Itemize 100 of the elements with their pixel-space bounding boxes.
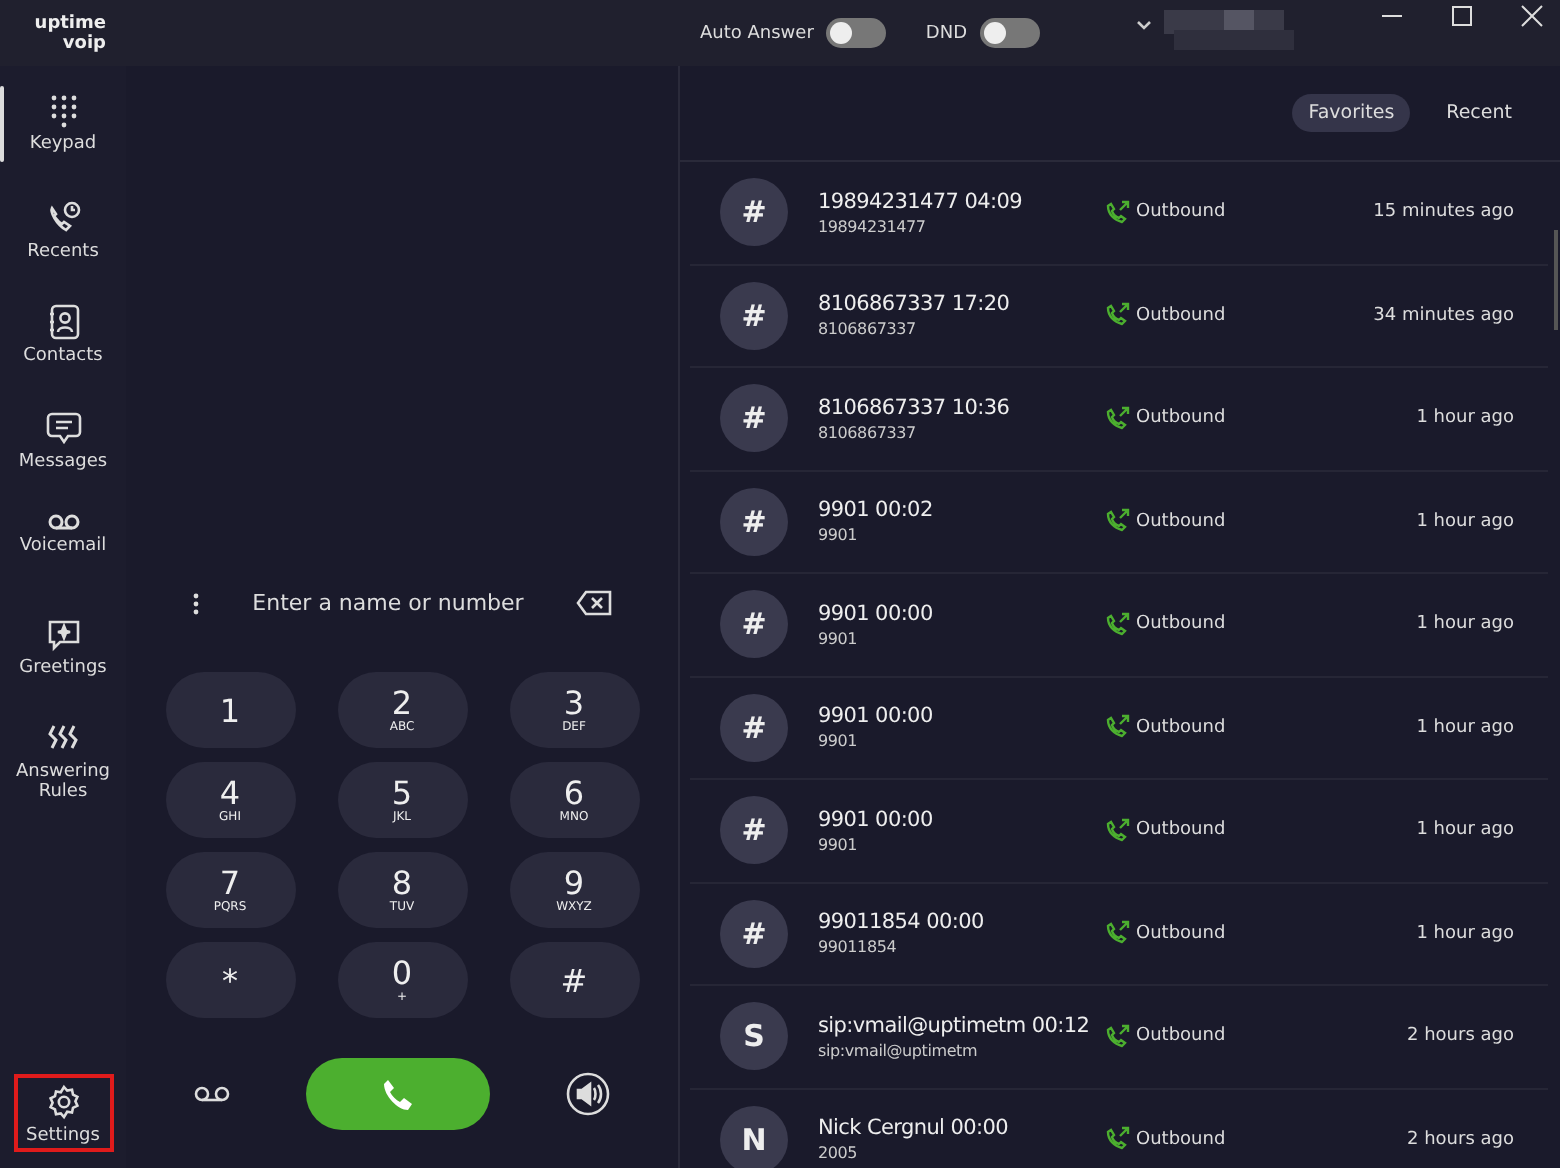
greeting-icon (47, 619, 79, 651)
call-row[interactable]: # 9901 00:00 9901 Outbound 1 hour ago (690, 677, 1548, 780)
call-time: 1 hour ago (1416, 511, 1514, 532)
keypad-key[interactable]: # (509, 942, 639, 1018)
outgoing-call-icon (1104, 302, 1130, 329)
toggle-label: Auto Answer (700, 23, 814, 43)
outgoing-call-icon (1104, 199, 1130, 226)
call-direction: Outbound (1136, 408, 1226, 429)
sidebar-item[interactable]: Greetings (0, 611, 126, 716)
speaker-icon[interactable] (566, 1072, 610, 1116)
avatar: # (720, 281, 788, 350)
call-row[interactable]: # 19894231477 04:09 19894231477 Outbound 15 minutes ago (690, 162, 1548, 265)
call-row[interactable]: # 99011854 00:00 99011854 Outbound 1 hour ago (690, 883, 1548, 986)
call-direction: Outbound (1136, 1129, 1226, 1150)
call-number: sip:vmail@uptimetm (818, 1041, 980, 1060)
sidebar-item[interactable]: Voicemail (0, 506, 126, 611)
outgoing-call-icon (1104, 508, 1130, 535)
caret-icon[interactable] (1135, 20, 1151, 30)
voicemail-icon[interactable] (194, 1086, 230, 1102)
toggle-switch[interactable] (825, 18, 886, 48)
call-direction: Outbound (1136, 923, 1226, 944)
outgoing-call-icon (1104, 714, 1130, 741)
keypad-key[interactable]: 1 (165, 672, 295, 748)
call-direction: Outbound (1136, 820, 1226, 841)
call-time: 34 minutes ago (1373, 305, 1514, 326)
call-number: 9901 (818, 526, 860, 545)
call-direction: Outbound (1136, 1026, 1226, 1047)
settings-item[interactable]: Settings (13, 1074, 113, 1152)
outgoing-call-icon (1104, 611, 1130, 638)
call-row[interactable]: S sip:vmail@uptimetm 00:12 sip:vmail@uptimetm Outbound 2 hours ago (690, 986, 1548, 1089)
call-row[interactable]: # 9901 00:00 9901 Outbound 1 hour ago (690, 780, 1548, 883)
tab[interactable]: Favorites (1292, 94, 1411, 132)
keypad-icon (49, 94, 77, 128)
avatar: # (720, 487, 788, 556)
call-button[interactable] (306, 1058, 490, 1130)
call-number: 9901 (818, 835, 860, 854)
call-title: 9901 00:00 (818, 704, 935, 729)
backspace-icon[interactable] (576, 590, 612, 616)
call-title: 99011854 00:00 (818, 910, 986, 935)
call-time: 1 hour ago (1416, 614, 1514, 635)
avatar: # (720, 178, 788, 247)
call-title: 9901 00:02 (818, 498, 935, 523)
avatar: # (720, 384, 788, 453)
number-field[interactable]: Enter a name or number (220, 586, 556, 620)
call-time: 1 hour ago (1416, 717, 1514, 738)
call-number: 8106867337 (818, 320, 918, 339)
tab[interactable]: Recent (1430, 94, 1528, 132)
call-row[interactable]: # 8106867337 17:20 8106867337 Outbound 34 minutes ago (690, 265, 1548, 368)
sidebar-item[interactable]: Answering Rules (0, 716, 126, 821)
sidebar-item[interactable]: Recents (0, 191, 126, 296)
outgoing-call-icon (1104, 1023, 1130, 1050)
logo-text: uptime (34, 13, 106, 33)
avatar: S (720, 1002, 788, 1071)
voicemail-icon (47, 514, 79, 530)
call-number: 99011854 (818, 938, 899, 957)
message-icon (45, 409, 81, 445)
call-direction: Outbound (1136, 305, 1226, 326)
outgoing-call-icon (1104, 817, 1130, 844)
call-number: 9901 (818, 629, 860, 648)
keypad-key[interactable]: * (165, 942, 295, 1018)
call-title: 9901 00:00 (818, 807, 935, 832)
call-title: 8106867337 17:20 (818, 292, 1012, 317)
avatar: N (720, 1105, 788, 1168)
call-direction: Outbound (1136, 614, 1226, 635)
sidebar-item[interactable]: Contacts (0, 296, 126, 401)
call-row[interactable]: # 9901 00:00 9901 Outbound 1 hour ago (690, 574, 1548, 677)
call-direction: Outbound (1136, 511, 1226, 532)
call-direction: Outbound (1136, 717, 1226, 738)
avatar: # (720, 693, 788, 762)
call-time: 2 hours ago (1407, 1026, 1514, 1047)
phone-icon (381, 1077, 415, 1111)
call-row[interactable]: # 8106867337 10:36 8106867337 Outbound 1 hour ago (690, 368, 1548, 471)
call-row[interactable]: N Nick Cergnul 00:00 2005 Outbound 2 hours ago (690, 1089, 1548, 1168)
outgoing-call-icon (1104, 405, 1130, 432)
avatar: # (720, 590, 788, 659)
call-title: sip:vmail@uptimetm 00:12 (818, 1013, 1092, 1038)
logo-text: voip (62, 33, 106, 53)
call-title: 9901 00:00 (818, 601, 935, 626)
call-time: 1 hour ago (1416, 820, 1514, 841)
call-number: 2005 (818, 1144, 860, 1163)
call-row[interactable]: # 9901 00:02 9901 Outbound 1 hour ago (690, 471, 1548, 574)
outgoing-call-icon (1104, 1126, 1130, 1153)
contacts-icon (47, 304, 79, 340)
close-icon[interactable] (1520, 3, 1544, 27)
more-icon[interactable] (192, 591, 200, 615)
toggle-label: DND (925, 23, 967, 43)
call-time: 15 minutes ago (1373, 202, 1514, 223)
call-title: 19894231477 04:09 (818, 189, 1024, 214)
avatar: # (720, 899, 788, 968)
outgoing-call-icon (1104, 920, 1130, 947)
call-time: 2 hours ago (1407, 1129, 1514, 1150)
maximize-icon[interactable] (1450, 3, 1474, 27)
call-number: 9901 (818, 732, 860, 751)
phone-clock-icon (45, 199, 81, 235)
sidebar-item[interactable]: Messages (0, 401, 126, 506)
call-title: 8106867337 10:36 (818, 395, 1012, 420)
sidebar-item[interactable]: Keypad (0, 86, 126, 191)
toggle-switch[interactable] (979, 18, 1039, 48)
call-time: 1 hour ago (1416, 408, 1514, 429)
call-title: Nick Cergnul 00:00 (818, 1116, 1010, 1141)
